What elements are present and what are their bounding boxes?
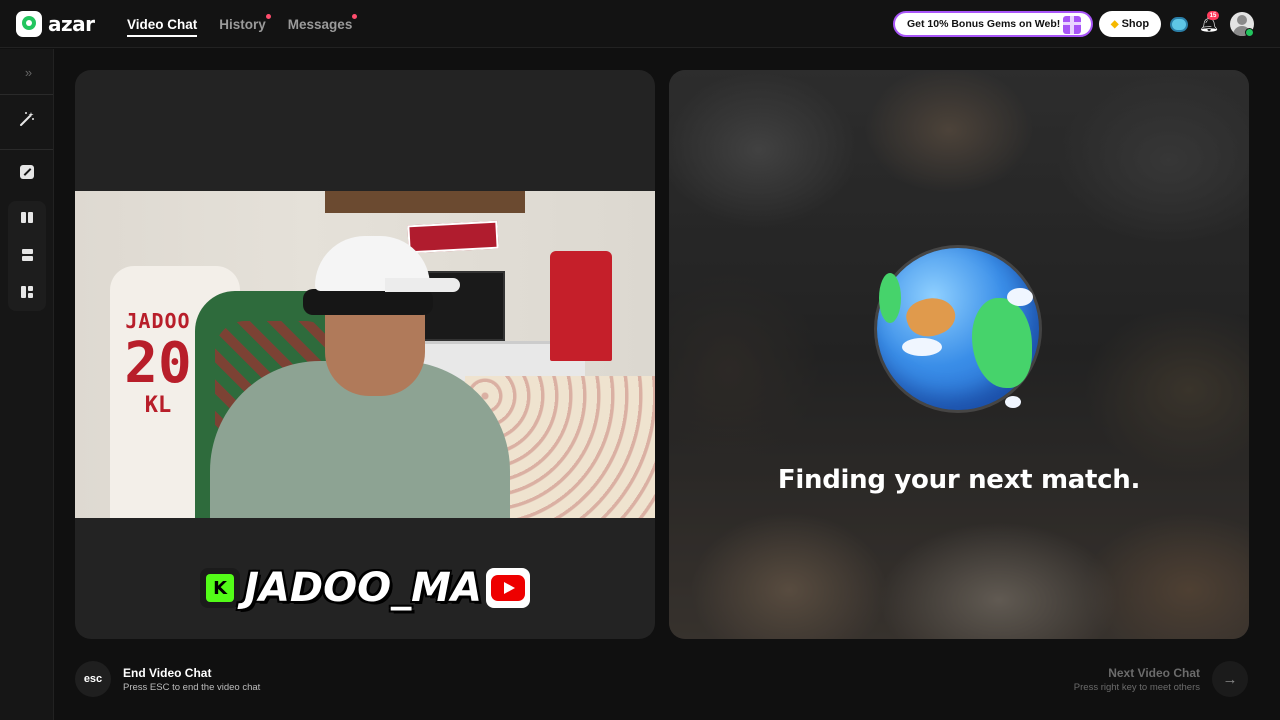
history-notification-dot [265,14,271,19]
logo-text: azar [48,12,95,36]
jersey-tag: KL [144,393,172,418]
next-video-chat-hint: Press right key to meet others [1073,682,1200,693]
notification-count-badge: 15 [1207,11,1219,20]
jersey-number: 20 [124,331,192,396]
next-video-chat-title: Next Video Chat [1108,666,1200,680]
end-video-chat-hint: Press ESC to end the video chat [123,682,261,693]
jersey-name: JADOO [125,309,191,333]
top-navigation-bar: azar Video Chat History Messages Get 10%… [0,0,1280,48]
chat-bubble-icon[interactable] [1168,13,1190,35]
local-camera-feed: JADOO 20 KL [75,191,655,518]
remote-video-panel: Finding your next match. [669,70,1249,639]
shop-label: Shop [1121,18,1150,30]
promo-label: Get 10% Bonus Gems on Web! [907,18,1061,30]
streamer-username-overlay: K JADOO_MA [75,565,655,611]
kick-logo-icon: K [200,568,241,608]
avatar-status-badge [1245,28,1254,37]
gift-icon [1063,16,1081,34]
filter-icon[interactable] [12,157,42,187]
wall-scarf [407,220,499,254]
layout-stacked-icon[interactable] [12,240,42,270]
streamer-username: JADOO_MA [244,565,482,611]
nav-messages-label: Messages [287,16,353,32]
sidebar-divider [0,149,53,150]
nav-video-chat-label: Video Chat [127,16,198,32]
matching-status-text: Finding your next match. [777,465,1141,495]
main-nav: Video Chat History Messages [127,0,358,48]
azar-logo-icon [16,11,42,37]
nav-video-chat[interactable]: Video Chat [127,0,198,48]
layout-grid-icon[interactable] [12,277,42,307]
expand-icon[interactable]: » [12,57,42,87]
red-jersey [550,251,612,361]
azar-logo[interactable]: azar [16,11,95,37]
shop-button[interactable]: ◆ Shop [1099,11,1161,37]
next-video-chat-arrow-icon[interactable]: → [1212,661,1248,697]
youtube-logo-icon [485,568,530,608]
end-video-chat-button[interactable]: esc [75,661,111,697]
globe-icon [877,248,1039,410]
end-video-chat-title: End Video Chat [123,666,212,680]
nav-history[interactable]: History [219,0,271,48]
nav-history-label: History [219,16,266,32]
local-video-panel: JADOO 20 KL K JADOO_MA [75,70,655,639]
left-sidebar: » [0,49,54,720]
person-beanie [303,289,433,315]
magic-wand-icon[interactable] [12,104,42,134]
layout-side-by-side-icon[interactable] [12,202,42,232]
bonus-gems-promo-button[interactable]: Get 10% Bonus Gems on Web! [893,11,1093,37]
sidebar-divider [0,94,53,95]
gem-icon: ◆ [1110,18,1119,30]
nav-messages[interactable]: Messages [287,0,358,48]
messages-notification-dot [352,14,358,19]
wall-shelf [325,191,525,213]
jersey-print: JADOO 20 KL [113,309,203,418]
